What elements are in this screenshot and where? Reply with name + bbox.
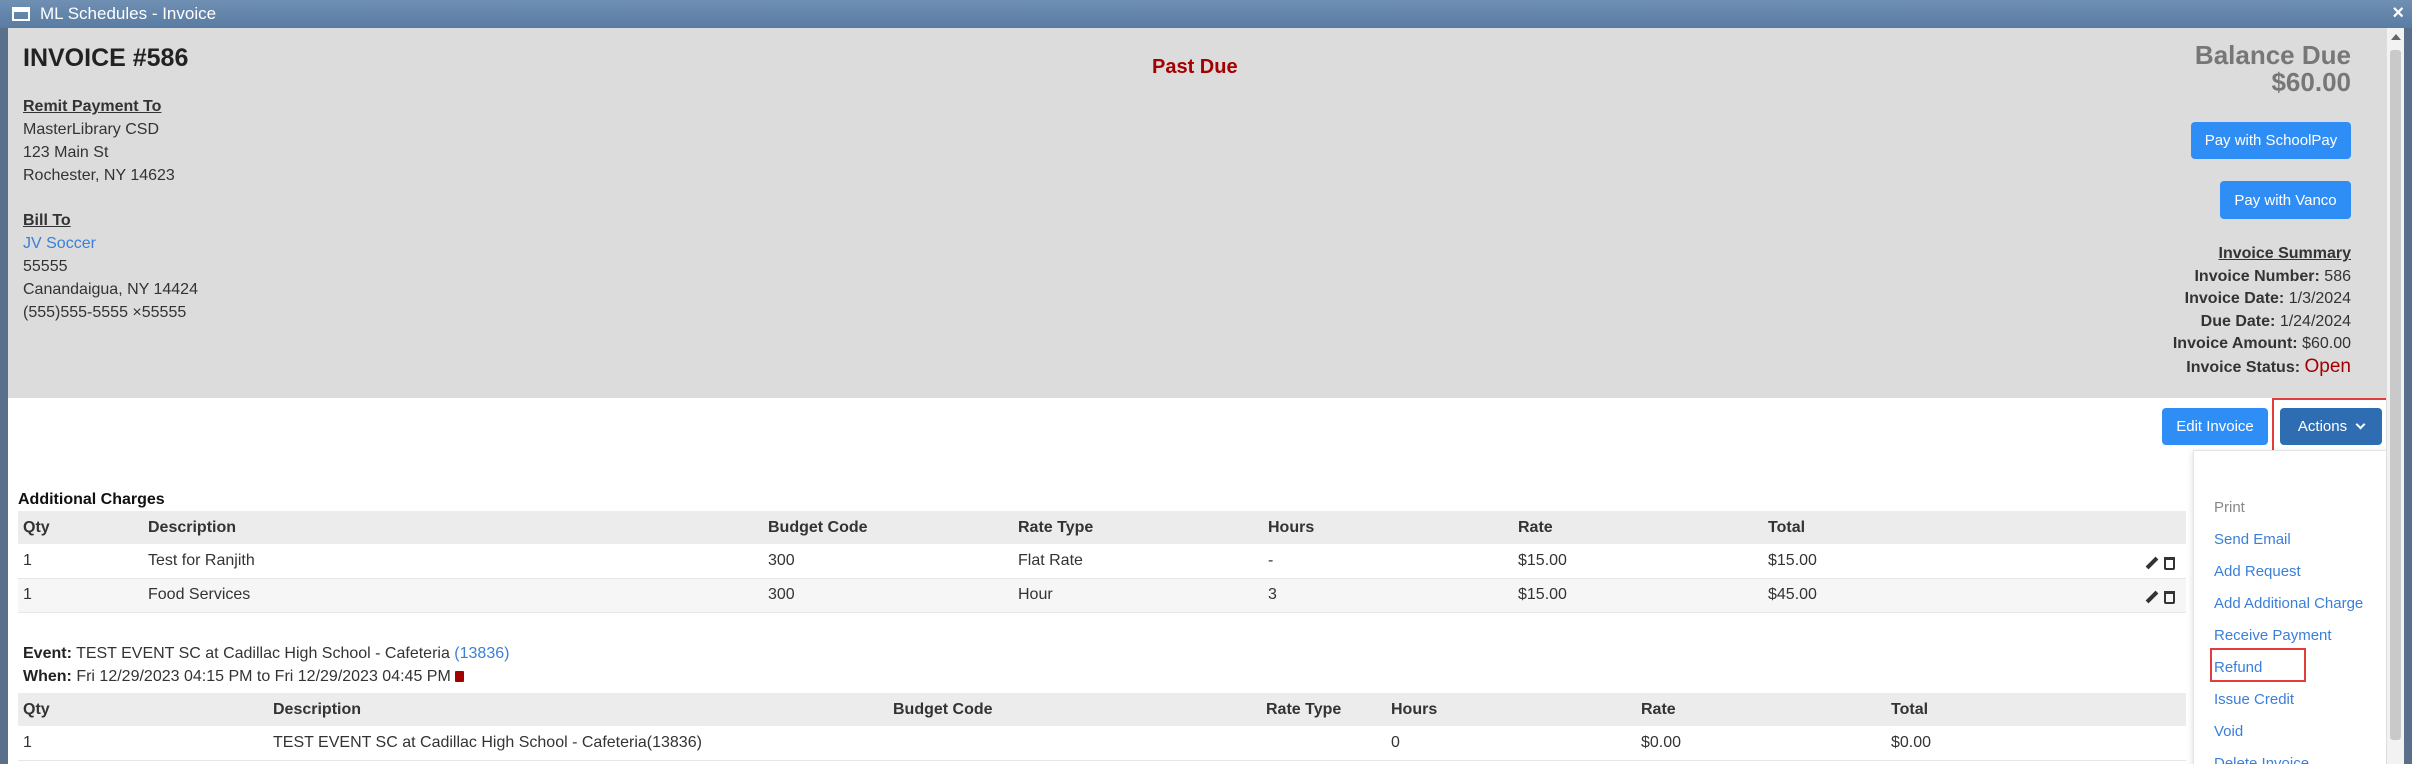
- window-title: ML Schedules - Invoice: [40, 4, 217, 23]
- summary-date: Invoice Date: 1/3/2024: [2184, 290, 2351, 307]
- menu-item-send-email[interactable]: Send Email: [2214, 531, 2291, 548]
- event-id-link[interactable]: (13836): [454, 645, 509, 662]
- invoice-content: INVOICE #586 Past Due Remit Payment To M…: [8, 28, 2404, 764]
- actions-button[interactable]: Actions: [2280, 408, 2382, 445]
- col-rate: Rate: [1636, 693, 1886, 726]
- pencil-icon[interactable]: [2144, 590, 2158, 604]
- scroll-thumb[interactable]: [2390, 50, 2401, 740]
- remit-block: Remit Payment To MasterLibrary CSD 123 M…: [23, 95, 175, 187]
- remit-line3: Rochester, NY 14623: [23, 167, 175, 184]
- actions-dropdown: Print Send Email Add Request Add Additio…: [2193, 450, 2393, 764]
- balance-amount: $60.00: [2271, 67, 2351, 97]
- billto-label: Bill To: [23, 212, 71, 229]
- col-total: Total: [1886, 693, 2186, 726]
- summary-title: Invoice Summary: [2218, 245, 2352, 262]
- menu-item-print[interactable]: Print: [2214, 499, 2245, 516]
- remit-line1: MasterLibrary CSD: [23, 121, 160, 138]
- additional-charges-table: Qty Description Budget Code Rate Type Ho…: [18, 511, 2186, 613]
- pencil-icon[interactable]: [2144, 556, 2158, 570]
- scroll-up-icon[interactable]: [2391, 34, 2401, 40]
- actions-highlight: Actions: [2272, 398, 2390, 453]
- billto-line3: (555)555-5555 ×55555: [23, 304, 187, 321]
- table-row: 1 TEST EVENT SC at Cadillac High School …: [18, 726, 2186, 761]
- billto-name-link[interactable]: JV Soccer: [23, 232, 198, 255]
- remit-label: Remit Payment To: [23, 98, 162, 115]
- summary-status: Invoice Status: Open: [2186, 355, 2351, 377]
- billto-line1: 55555: [23, 258, 68, 275]
- summary-amount: Invoice Amount: $60.00: [2172, 335, 2351, 352]
- row-actions: [2144, 590, 2175, 607]
- invoice-header: INVOICE #586 Past Due Remit Payment To M…: [8, 28, 2386, 398]
- menu-item-delete-invoice[interactable]: Delete Invoice: [2214, 755, 2309, 764]
- menu-item-issue-credit[interactable]: Issue Credit: [2214, 691, 2294, 708]
- col-qty: Qty: [18, 511, 143, 544]
- summary-due: Due Date: 1/24/2024: [2200, 312, 2351, 330]
- close-icon[interactable]: ×: [2392, 2, 2404, 25]
- col-qty: Qty: [18, 693, 268, 726]
- event-charges-table: Qty Description Budget Code Rate Type Ho…: [18, 693, 2186, 761]
- table-row: 1 Test for Ranjith 300 Flat Rate - $15.0…: [18, 544, 2186, 579]
- chevron-down-icon: [2355, 419, 2366, 430]
- additional-charges-title: Additional Charges: [18, 491, 165, 508]
- summary-number: Invoice Number: 586: [2194, 267, 2351, 285]
- col-rate-type: Rate Type: [1261, 693, 1386, 726]
- trash-icon[interactable]: [2164, 557, 2175, 570]
- issue-credit-highlight: [2210, 648, 2306, 682]
- menu-item-void[interactable]: Void: [2214, 723, 2243, 740]
- col-hours: Hours: [1386, 693, 1636, 726]
- event-line: Event: TEST EVENT SC at Cadillac High Sc…: [23, 645, 510, 662]
- col-total: Total: [1763, 511, 2186, 544]
- window-titlebar: ML Schedules - Invoice ×: [0, 0, 2412, 28]
- past-due-banner: Past Due: [1152, 56, 1238, 78]
- vertical-scrollbar[interactable]: [2386, 28, 2404, 764]
- edit-invoice-button[interactable]: Edit Invoice: [2162, 408, 2268, 445]
- table-row: 1 Food Services 300 Hour 3 $15.00 $45.00: [18, 578, 2186, 613]
- remit-line2: 123 Main St: [23, 144, 109, 161]
- pay-schoolpay-button[interactable]: Pay with SchoolPay: [2191, 122, 2351, 159]
- col-rate-type: Rate Type: [1013, 511, 1263, 544]
- trash-icon[interactable]: [454, 671, 464, 682]
- menu-item-receive-payment[interactable]: Receive Payment: [2214, 627, 2332, 644]
- pay-vanco-button[interactable]: Pay with Vanco: [2220, 181, 2351, 219]
- col-rate: Rate: [1513, 511, 1763, 544]
- billto-block: Bill To JV Soccer 55555 Canandaigua, NY …: [23, 209, 198, 324]
- col-hours: Hours: [1263, 511, 1513, 544]
- status-badge: Open: [2304, 355, 2351, 377]
- invoice-summary: Invoice Summary Invoice Number: 586 Invo…: [2173, 243, 2351, 379]
- event-block: Event: TEST EVENT SC at Cadillac High Sc…: [23, 642, 509, 688]
- invoice-title: INVOICE #586: [23, 44, 189, 72]
- trash-icon[interactable]: [2164, 591, 2175, 604]
- menu-item-add-additional-charge[interactable]: Add Additional Charge: [2214, 595, 2363, 612]
- balance-label: Balance Due: [2194, 40, 2351, 70]
- billto-line2: Canandaigua, NY 14424: [23, 281, 198, 298]
- col-budget-code: Budget Code: [763, 511, 1013, 544]
- row-actions: [2144, 556, 2175, 573]
- col-description: Description: [143, 511, 763, 544]
- when-line: When: Fri 12/29/2023 04:15 PM to Fri 12/…: [23, 665, 509, 688]
- window-icon: [12, 7, 30, 21]
- menu-item-add-request[interactable]: Add Request: [2214, 563, 2301, 580]
- col-budget-code: Budget Code: [888, 693, 1261, 726]
- col-description: Description: [268, 693, 888, 726]
- balance-due: Balance Due $60.00: [2195, 42, 2351, 96]
